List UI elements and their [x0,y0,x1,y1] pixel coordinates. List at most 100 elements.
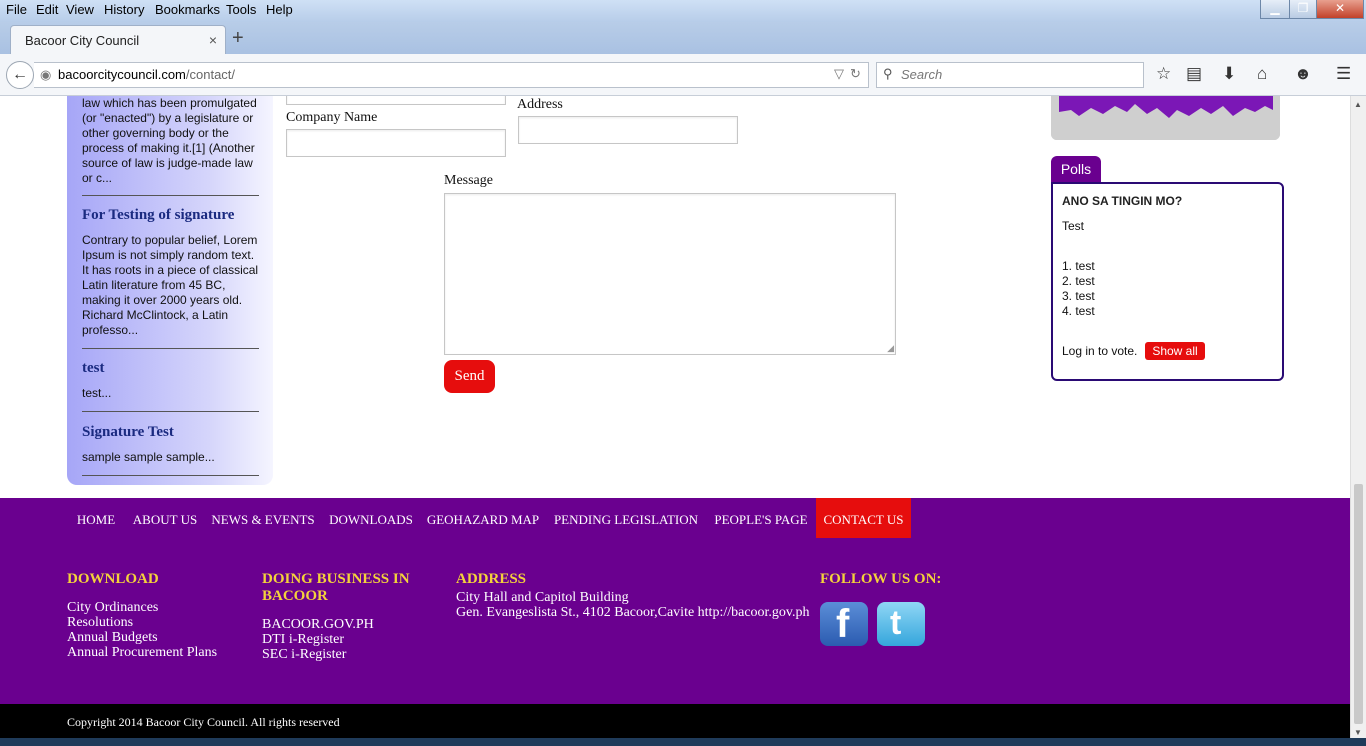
url-path: /contact/ [185,67,236,82]
login-to-vote-text: Log in to vote. [1062,344,1138,358]
sidebar-excerpt-4: sample sample sample... [82,450,215,464]
send-button[interactable]: Send [444,360,495,393]
crowd-silhouette-icon [1051,96,1280,140]
company-name-input[interactable] [286,129,506,157]
tab-strip: Bacoor City Council × + [0,22,1366,55]
footer-nav-about-us[interactable]: ABOUT US [128,498,202,538]
resize-handle-icon[interactable]: ◢ [887,343,894,354]
poll-description: Test [1062,219,1085,233]
maximize-button[interactable]: ❐ [1289,0,1317,19]
footer: HOME ABOUT US NEWS & EVENTS DOWNLOADS GE… [0,498,1350,704]
address-input[interactable] [518,116,738,144]
follow-us-heading: FOLLOW US ON: [820,571,942,587]
reading-list-icon[interactable]: ▤ [1186,64,1202,84]
menu-file[interactable]: File [6,2,27,17]
navigation-toolbar: ← ◉ bacoorcitycouncil.com/contact/ ▽ ↻ ⚲… [0,54,1366,96]
download-heading: DOWNLOAD [67,571,159,587]
bookmark-star-icon[interactable]: ☆ [1156,64,1171,84]
page-content: law which has been promulgated (or "enac… [0,96,1350,746]
business-heading-line2: BACOOR [262,588,328,604]
footer-nav-pending-legislation[interactable]: PENDING LEGISLATION [548,498,704,538]
footer-nav-geohazard-map[interactable]: GEOHAZARD MAP [422,498,544,538]
menubar: File Edit View History Bookmarks Tools H… [0,0,1366,22]
tab-title: Bacoor City Council [25,33,140,48]
sidebar-divider [82,195,259,196]
home-icon[interactable]: ⌂ [1257,64,1267,84]
menu-hamburger-icon[interactable]: ☰ [1336,64,1351,84]
poll-question: ANO SA TINGIN MO? [1062,194,1183,208]
copyright-text: Copyright 2014 Bacoor City Council. All … [67,715,340,729]
sidebar-title-3[interactable]: test [82,360,105,377]
poll-option: 3. test [1062,289,1095,303]
banner-image [1051,96,1280,140]
new-tab-button[interactable]: + [232,27,244,50]
link-resolutions[interactable]: Resolutions [67,615,133,630]
sidebar-excerpt-2: Contrary to popular belief, Lorem Ipsum … [82,233,259,337]
poll-option: 4. test [1062,304,1095,318]
search-bar[interactable]: ⚲ Search [876,62,1144,88]
maximize-icon: ❐ [1297,1,1309,15]
chat-icon[interactable]: ☻ [1294,64,1312,84]
link-annual-procurement-plans[interactable]: Annual Procurement Plans [67,645,217,660]
sidebar-title-4[interactable]: Signature Test [82,424,174,441]
polls-box: ANO SA TINGIN MO? Test 1. test 2. test 3… [1051,182,1284,381]
sidebar-divider [82,348,259,349]
tab-close-icon[interactable]: × [209,32,217,48]
vertical-scrollbar[interactable]: ▲ ▼ [1350,96,1366,746]
search-icon: ⚲ [883,66,893,81]
sidebar-title-2[interactable]: For Testing of signature [82,207,234,224]
globe-icon: ◉ [40,67,52,82]
footer-nav-peoples-page[interactable]: PEOPLE'S PAGE [708,498,814,538]
address-line-1: City Hall and Capitol Building [456,590,629,605]
menu-help[interactable]: Help [266,2,293,17]
link-dti-iregister[interactable]: DTI i-Register [262,632,344,647]
previous-field-input[interactable] [286,96,506,105]
footer-nav-news-events[interactable]: NEWS & EVENTS [206,498,320,538]
scroll-down-icon[interactable]: ▼ [1354,728,1362,737]
back-arrow-icon: ← [12,66,28,83]
footer-nav-downloads[interactable]: DOWNLOADS [324,498,418,538]
address-label: Address [517,97,563,112]
minimize-icon: ▁ [1270,1,1280,15]
company-name-label: Company Name [286,110,378,125]
link-annual-budgets[interactable]: Annual Budgets [67,630,158,645]
poll-option: 2. test [1062,274,1095,288]
address-bar[interactable]: ◉ bacoorcitycouncil.com/contact/ ▽ ↻ [34,62,869,88]
search-placeholder: Search [901,67,943,82]
tab-bacoor-city-council[interactable]: Bacoor City Council × [10,25,226,55]
minimize-button[interactable]: ▁ [1260,0,1290,19]
taskbar [0,738,1366,746]
scroll-up-icon[interactable]: ▲ [1354,100,1362,109]
link-city-ordinances[interactable]: City Ordinances [67,600,158,615]
close-window-button[interactable]: ✕ [1316,0,1364,19]
menu-tools[interactable]: Tools [226,2,256,17]
address-heading: ADDRESS [456,571,527,587]
menu-view[interactable]: View [66,2,94,17]
news-sidebar: law which has been promulgated (or "enac… [67,96,273,485]
menu-bookmarks[interactable]: Bookmarks [155,2,220,17]
polls-tab[interactable]: Polls [1051,156,1101,183]
back-button[interactable]: ← [6,61,34,89]
twitter-icon[interactable]: t [877,602,925,646]
dropdown-arrow-icon[interactable]: ▽ [834,66,844,82]
scrollbar-thumb[interactable] [1354,484,1363,724]
poll-option: 1. test [1062,259,1095,273]
menu-edit[interactable]: Edit [36,2,58,17]
footer-nav-contact-us[interactable]: CONTACT US [816,498,911,538]
facebook-icon[interactable]: f [820,602,868,646]
reload-icon[interactable]: ↻ [850,66,861,82]
show-all-button[interactable]: Show all [1145,342,1205,360]
sidebar-divider [82,411,259,412]
link-sec-iregister[interactable]: SEC i-Register [262,647,346,662]
address-line-2: Gen. Evangeslista St., 4102 Bacoor,Cavit… [456,605,810,620]
sidebar-divider [82,475,259,476]
menu-history[interactable]: History [104,2,144,17]
footer-nav-home[interactable]: HOME [68,498,124,538]
download-icon[interactable]: ⬇ [1222,64,1236,84]
sidebar-excerpt-1: law which has been promulgated (or "enac… [82,96,257,185]
link-bacoor-gov-ph[interactable]: BACOOR.GOV.PH [262,617,374,632]
message-textarea[interactable]: ◢ [444,193,896,355]
message-label: Message [444,173,493,188]
sidebar-excerpt-3: test... [82,386,112,400]
url-text: bacoorcitycouncil.com/contact/ [58,67,235,82]
